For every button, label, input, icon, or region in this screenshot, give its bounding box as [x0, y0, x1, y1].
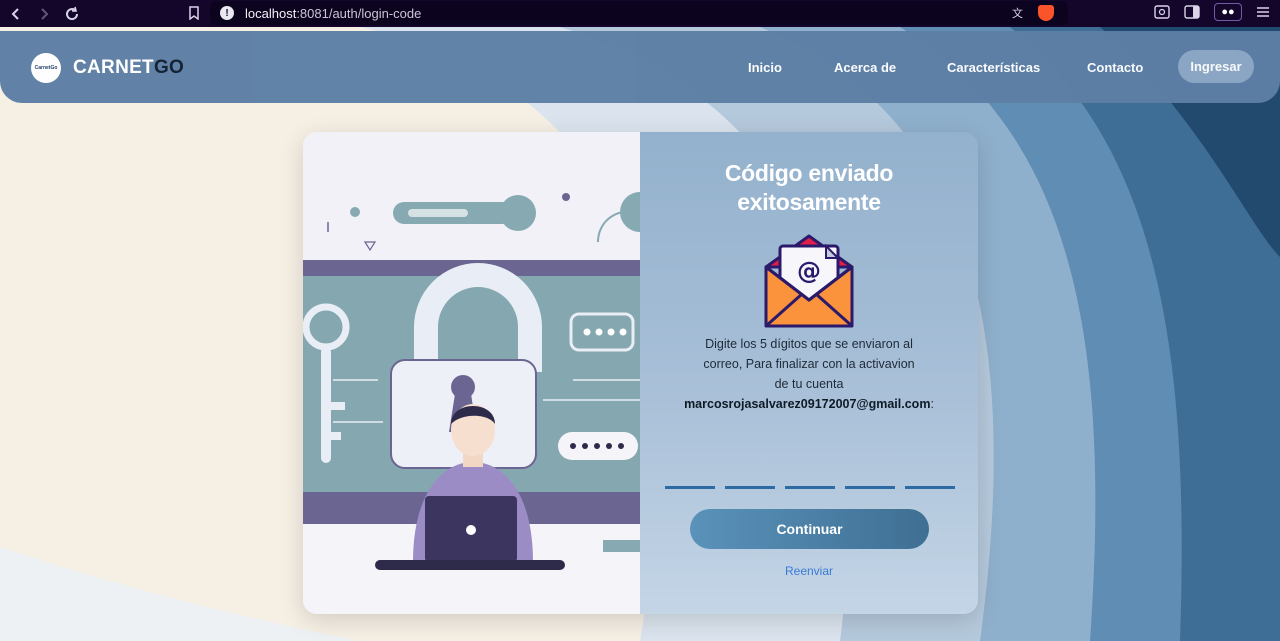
site-info-icon[interactable]: !	[220, 6, 234, 20]
code-input-group	[665, 486, 955, 489]
brand-name[interactable]: CARNETGO	[73, 57, 184, 79]
instructions-line-1: Digite los 5 dígitos que se enviaron al	[705, 337, 913, 351]
code-digit-input-3[interactable]	[785, 486, 835, 489]
carnetgo-logo[interactable]: CarnetGo	[31, 53, 61, 83]
instructions-line-3: de tu cuenta	[774, 377, 844, 391]
bookmark-icon[interactable]	[188, 6, 200, 25]
svg-text:文: 文	[1012, 6, 1023, 20]
user-email: marcosrojasalvarez09172007@gmail.com	[684, 397, 931, 411]
nav-inicio[interactable]: Inicio	[748, 60, 782, 75]
sidebar-icon[interactable]	[1184, 5, 1200, 19]
reload-icon[interactable]	[60, 4, 84, 24]
private-glasses-icon[interactable]: ●●	[1214, 3, 1242, 21]
instructions-text: Digite los 5 dígitos que se enviaron al …	[680, 334, 938, 414]
code-digit-input-4[interactable]	[845, 486, 895, 489]
browser-toolbar: ! localhost:8081/auth/login-code 文 ●●	[0, 0, 1280, 27]
verification-panel: Código enviado exitosamente @ Digite los…	[640, 132, 978, 614]
security-illustration	[303, 132, 660, 614]
page-title: Código enviado exitosamente	[640, 159, 978, 217]
title-line-2: exitosamente	[737, 189, 881, 215]
email-envelope-icon: @	[762, 232, 856, 337]
translate-icon[interactable]: 文	[1012, 6, 1026, 20]
svg-text:@: @	[797, 257, 821, 285]
code-digit-input-1[interactable]	[665, 486, 715, 489]
continue-button[interactable]: Continuar	[690, 509, 929, 549]
forward-icon[interactable]	[32, 4, 56, 24]
url-host: localhost	[245, 5, 297, 21]
code-digit-input-5[interactable]	[905, 486, 955, 489]
login-button[interactable]: Ingresar	[1178, 50, 1254, 83]
brave-shield-icon[interactable]	[1038, 5, 1054, 21]
brand-main: CARNET	[73, 57, 154, 78]
screenshot-icon[interactable]	[1154, 5, 1170, 19]
address-bar[interactable]: ! localhost:8081/auth/login-code 文	[210, 1, 1068, 25]
title-line-1: Código enviado	[724, 160, 894, 186]
verification-card: Código enviado exitosamente @ Digite los…	[303, 132, 978, 614]
logo-text: CarnetGo	[34, 65, 58, 71]
site-header: CarnetGo CARNETGO Inicio Acerca de Carac…	[0, 31, 1280, 103]
instructions-line-2: correo, Para finalizar con la activavion	[703, 357, 915, 371]
nav-caracteristicas[interactable]: Características	[947, 60, 1040, 75]
resend-link[interactable]: Reenviar	[640, 564, 978, 578]
back-icon[interactable]	[4, 4, 28, 24]
brand-accent: GO	[153, 57, 185, 78]
nav-contacto[interactable]: Contacto	[1087, 60, 1143, 75]
email-suffix: :	[930, 397, 934, 411]
nav-acerca-de[interactable]: Acerca de	[834, 60, 896, 75]
menu-icon[interactable]	[1256, 6, 1270, 18]
code-digit-input-2[interactable]	[725, 486, 775, 489]
url-path: :8081/auth/login-code	[296, 5, 422, 21]
